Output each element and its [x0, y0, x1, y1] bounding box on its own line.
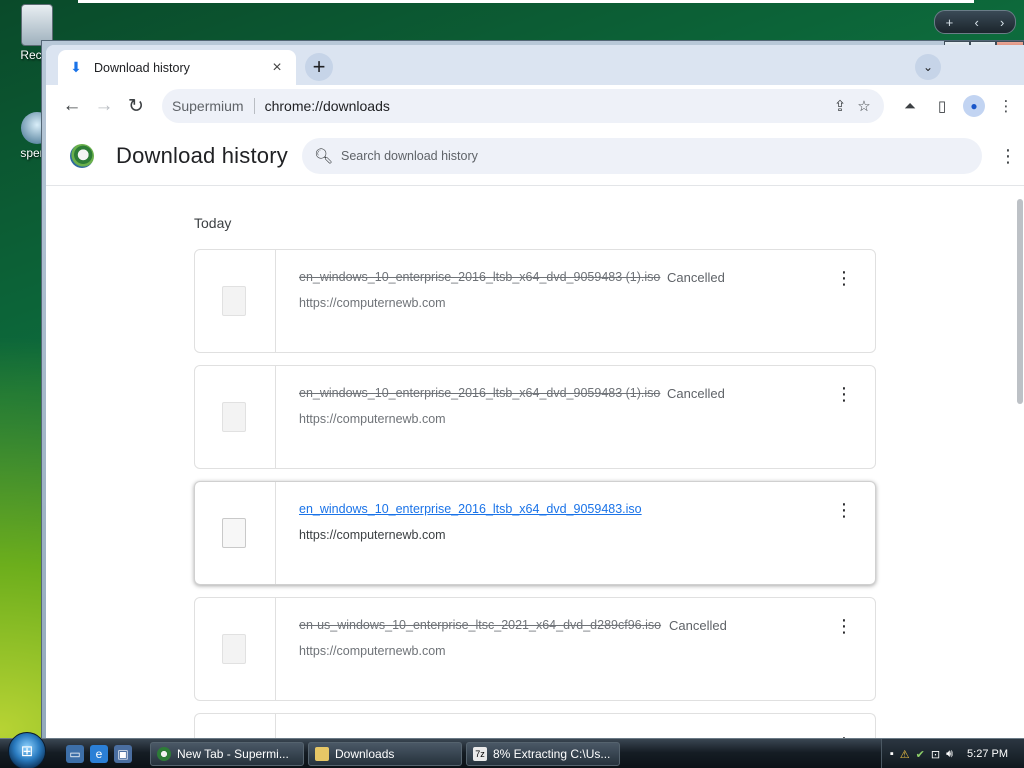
- download-source-link[interactable]: https://computernewb.com: [299, 528, 446, 542]
- file-icon-column: [195, 482, 276, 584]
- quick-launch: ▭ e ▣: [66, 745, 132, 763]
- profile-icon: ●: [963, 95, 985, 117]
- item-more-menu-button[interactable]: ⋮: [835, 269, 853, 287]
- download-status: Cancelled: [669, 618, 727, 633]
- download-filename: en_windows_10_enterprise_2016_ltsb_x64_d…: [299, 386, 661, 400]
- search-placeholder: Search download history: [341, 149, 478, 163]
- browser-chrome: ⬇ Download history × + ⌄ ← → ↻ Supermium…: [46, 45, 1024, 739]
- browser-window: — □ ✕ ⬇ Download history × + ⌄ ← → ↻ Sup…: [41, 40, 1024, 740]
- file-icon: [222, 402, 246, 432]
- omnibox-separator: [253, 98, 255, 114]
- file-icon: [222, 286, 246, 316]
- tab-close-button[interactable]: ×: [268, 59, 286, 77]
- download-filename-link[interactable]: en_windows_10_enterprise_2016_ltsb_x64_d…: [299, 502, 642, 516]
- date-header: Today: [194, 215, 232, 231]
- file-icon: [222, 634, 246, 664]
- downloads-header: Download history 🔍︎ Search download hist…: [46, 127, 1024, 186]
- download-icon: ⬇: [70, 59, 82, 75]
- tab-strip: ⬇ Download history × + ⌄: [46, 45, 1024, 85]
- downloads-page: Download history 🔍︎ Search download hist…: [46, 127, 1024, 739]
- download-status: Cancelled: [667, 270, 725, 285]
- back-button[interactable]: ←: [56, 90, 88, 122]
- page-title: Download history: [116, 143, 288, 168]
- prev-icon[interactable]: ‹: [974, 15, 978, 30]
- item-more-menu-button[interactable]: ⋮: [835, 617, 853, 635]
- item-more-menu-button[interactable]: ⋮: [835, 501, 853, 519]
- side-panel-icon[interactable]: ▯: [926, 90, 958, 122]
- taskbar: ⊞ ▭ e ▣ New Tab - Supermi... Downloads 7…: [0, 732, 1024, 768]
- download-filename: en_windows_10_enterprise_2016_ltsb_x64_d…: [299, 270, 661, 284]
- file-icon-column: [195, 250, 276, 352]
- download-item: en_windows_10_enterprise_2016_ltsb_x64_d…: [194, 249, 876, 353]
- reload-button[interactable]: ↻: [120, 90, 152, 122]
- download-status: Cancelled: [667, 386, 725, 401]
- profile-button[interactable]: ●: [958, 90, 990, 122]
- taskbar-button-browser[interactable]: New Tab - Supermi...: [150, 742, 304, 766]
- taskbar-button-label: Downloads: [335, 747, 395, 761]
- 7zip-icon: 7z: [473, 747, 487, 761]
- taskbar-button-7zip[interactable]: 7z 8% Extracting C:\Us...: [466, 742, 620, 766]
- share-icon[interactable]: ⇪: [828, 97, 852, 115]
- search-downloads-input[interactable]: 🔍︎ Search download history: [301, 138, 982, 174]
- file-icon: [222, 518, 246, 548]
- labs-flask-icon[interactable]: ⏶: [894, 90, 926, 122]
- clock[interactable]: 5:27 PM: [967, 748, 1008, 760]
- search-icon: 🔍︎: [313, 148, 333, 165]
- switch-windows-icon[interactable]: ▣: [114, 745, 132, 763]
- download-item: en_windows_10_enterprise_2016_ltsb_x64_d…: [194, 481, 876, 585]
- vmware-tools-icon[interactable]: ▪: [890, 748, 894, 760]
- site-chip[interactable]: Supermium: [172, 98, 244, 114]
- new-tab-button[interactable]: +: [305, 53, 333, 81]
- taskbar-button-label: New Tab - Supermi...: [177, 747, 289, 761]
- item-more-menu-button[interactable]: ⋮: [835, 385, 853, 403]
- security-warning-icon[interactable]: ⚠: [900, 748, 910, 761]
- download-item-partial: ⋮: [194, 713, 876, 739]
- url-text[interactable]: chrome://downloads: [265, 98, 828, 114]
- tab-search-button[interactable]: ⌄: [915, 54, 941, 80]
- add-gadget-icon[interactable]: +: [946, 15, 954, 30]
- file-icon-column: [195, 598, 276, 700]
- start-button[interactable]: ⊞: [8, 732, 46, 768]
- internet-explorer-icon[interactable]: e: [90, 745, 108, 763]
- menu-icon[interactable]: ⋮: [990, 90, 1022, 122]
- tab-download-history[interactable]: ⬇ Download history ×: [58, 50, 296, 85]
- system-tray: ▪ ⚠ ✔ ⊡ 🔊︎ 5:27 PM: [880, 739, 1024, 768]
- vertical-scrollbar[interactable]: [1016, 185, 1024, 739]
- supermium-logo: [70, 144, 94, 168]
- page-more-menu-button[interactable]: ⋮: [998, 146, 1018, 167]
- download-filename: en-us_windows_10_enterprise_ltsc_2021_x6…: [299, 618, 662, 632]
- volume-icon[interactable]: 🔊︎: [946, 748, 953, 761]
- windows-logo-icon: ⊞: [20, 743, 34, 760]
- show-desktop-icon[interactable]: ▭: [66, 745, 84, 763]
- next-icon[interactable]: ›: [1000, 15, 1004, 30]
- background-window-edge: [78, 0, 974, 3]
- taskbar-button-label: 8% Extracting C:\Us...: [493, 747, 611, 761]
- taskbar-button-downloads[interactable]: Downloads: [308, 742, 462, 766]
- download-source-link[interactable]: https://computernewb.com: [299, 644, 446, 658]
- address-bar[interactable]: Supermium chrome://downloads ⇪ ☆: [162, 89, 884, 123]
- safely-remove-hardware-icon[interactable]: ✔: [916, 748, 925, 761]
- forward-button[interactable]: →: [88, 90, 120, 122]
- browser-toolbar: ← → ↻ Supermium chrome://downloads ⇪ ☆ ⏶…: [46, 85, 1024, 127]
- downloads-list: Today en_windows_10_enterprise_2016_ltsb…: [194, 185, 876, 739]
- sidebar-gadget-controls[interactable]: + ‹ ›: [934, 10, 1016, 34]
- file-icon-column: [195, 714, 276, 739]
- download-item: en_windows_10_enterprise_2016_ltsb_x64_d…: [194, 365, 876, 469]
- download-source-link[interactable]: https://computernewb.com: [299, 296, 446, 310]
- folder-icon: [315, 747, 329, 761]
- scrollbar-thumb[interactable]: [1017, 199, 1023, 404]
- chevron-down-icon: ⌄: [922, 60, 934, 74]
- tab-title: Download history: [94, 60, 190, 75]
- supermium-icon: [157, 747, 171, 761]
- download-item: en-us_windows_10_enterprise_ltsc_2021_x6…: [194, 597, 876, 701]
- file-icon-column: [195, 366, 276, 468]
- bookmark-star-icon[interactable]: ☆: [852, 97, 876, 115]
- network-icon[interactable]: ⊡: [931, 748, 940, 761]
- download-source-link[interactable]: https://computernewb.com: [299, 412, 446, 426]
